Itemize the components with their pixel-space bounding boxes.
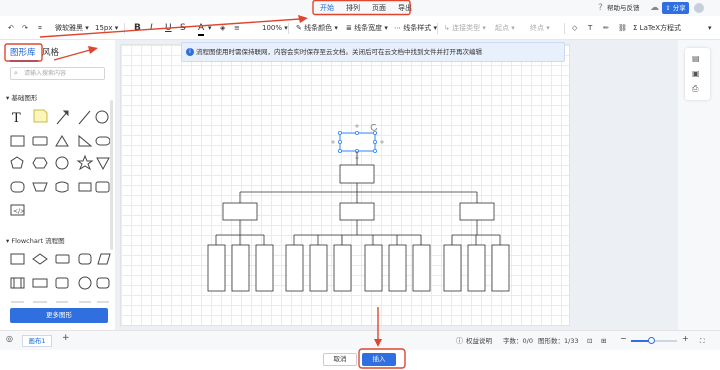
selected-node[interactable] xyxy=(339,132,376,152)
org-leaf-node[interactable] xyxy=(207,244,226,292)
word-count: 字数：0/0 xyxy=(503,337,533,345)
zoom-in-icon[interactable]: + xyxy=(682,334,689,344)
org-node-right[interactable] xyxy=(459,202,495,221)
rotate-handle-icon[interactable] xyxy=(370,124,378,131)
org-leaf-node[interactable] xyxy=(364,244,383,292)
page-tab-canvas-1[interactable]: 画布1 xyxy=(22,335,52,347)
cancel-button[interactable]: 取消 xyxy=(323,353,357,366)
right-side-panel: ▤ ▣ ⎙ xyxy=(678,40,720,330)
org-leaf-node[interactable] xyxy=(285,244,304,292)
add-page-button[interactable]: + xyxy=(62,333,70,343)
info-circle-icon: ⓘ xyxy=(456,337,463,345)
quick-tools-card: ▤ ▣ ⎙ xyxy=(685,48,710,100)
fullscreen-icon[interactable]: ⛶ xyxy=(700,336,705,346)
shape-count: 图形数：1/33 xyxy=(538,337,579,345)
fit-page-icon[interactable]: ⊡ xyxy=(587,336,592,346)
org-leaf-node[interactable] xyxy=(443,244,462,292)
zoom-out-icon[interactable]: − xyxy=(620,334,627,344)
org-leaf-node[interactable] xyxy=(333,244,352,292)
org-node-center[interactable] xyxy=(339,202,375,221)
org-leaf-node[interactable] xyxy=(412,244,431,292)
org-leaf-node[interactable] xyxy=(491,244,510,292)
leaf-connectors[interactable] xyxy=(215,235,501,245)
zoom-slider[interactable] xyxy=(631,337,677,344)
dialog-footer: 取消 插入 xyxy=(0,350,720,370)
org-leaf-node[interactable] xyxy=(309,244,328,292)
org-leaf-node[interactable] xyxy=(231,244,250,292)
zoom-slider-handle[interactable] xyxy=(648,337,656,344)
image-icon[interactable]: ▣ xyxy=(692,69,700,79)
outline-icon[interactable]: ▤ xyxy=(692,54,700,64)
status-bar: ◎ 画布1 + ⓘ 权益说明 字数：0/0 图形数：1/33 ⊡ ⊞ − + ⛶ xyxy=(0,330,720,350)
rights-link[interactable]: 权益说明 xyxy=(466,336,492,346)
org-leaf-node[interactable] xyxy=(388,244,407,292)
org-node-left[interactable] xyxy=(222,202,258,221)
flowchart-editor-window: 开始 排列 页面 导出 ? 帮助与反馈 ☁ ⇪ 分享 ↶ ↷ ⌗ 微软雅黑 ▾ … xyxy=(0,0,720,370)
org-node-root[interactable] xyxy=(339,164,375,184)
org-chart-diagram xyxy=(207,124,510,292)
layers-icon[interactable]: ◎ xyxy=(6,334,13,344)
org-leaf-node[interactable] xyxy=(255,244,274,292)
layout-icon[interactable]: ⊞ xyxy=(601,336,606,346)
insert-button[interactable]: 插入 xyxy=(362,353,396,366)
org-leaf-node[interactable] xyxy=(467,244,486,292)
print-icon[interactable]: ⎙ xyxy=(692,84,698,94)
